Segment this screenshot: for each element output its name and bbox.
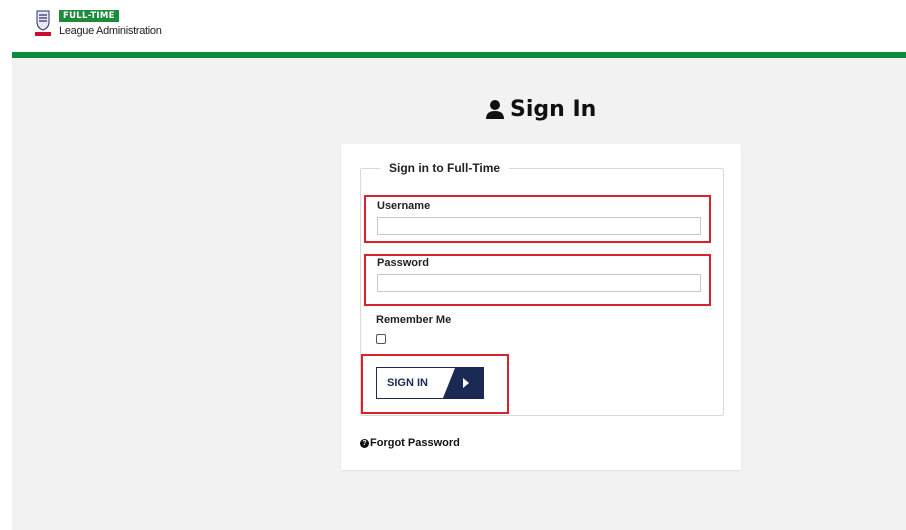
brand-badge: FULL-TIME (59, 10, 119, 22)
remember-me-label: Remember Me (376, 314, 452, 326)
page-title-text: Sign In (510, 96, 597, 122)
fa-crest-icon (34, 9, 52, 37)
username-label: Username (377, 200, 431, 212)
forgot-password-link[interactable]: ? Forgot Password (360, 437, 460, 449)
password-label: Password (377, 257, 429, 269)
remember-me-checkbox[interactable] (376, 334, 386, 344)
page-title: Sign In (484, 94, 596, 124)
top-header: FULL-TIME League Administration (0, 0, 906, 52)
brand-subtitle: League Administration (59, 25, 162, 37)
play-arrow-icon (443, 368, 483, 398)
question-circle-icon: ? (360, 438, 369, 448)
sign-in-label: SIGN IN (387, 377, 428, 389)
fieldset-legend: Sign in to Full-Time (380, 161, 510, 175)
login-card: Sign in to Full-Time (341, 144, 741, 470)
sign-in-button[interactable]: SIGN IN (376, 367, 484, 399)
forgot-password-text: Forgot Password (370, 437, 460, 449)
user-icon (486, 100, 504, 119)
password-input[interactable] (377, 274, 701, 292)
username-input[interactable] (377, 217, 701, 235)
